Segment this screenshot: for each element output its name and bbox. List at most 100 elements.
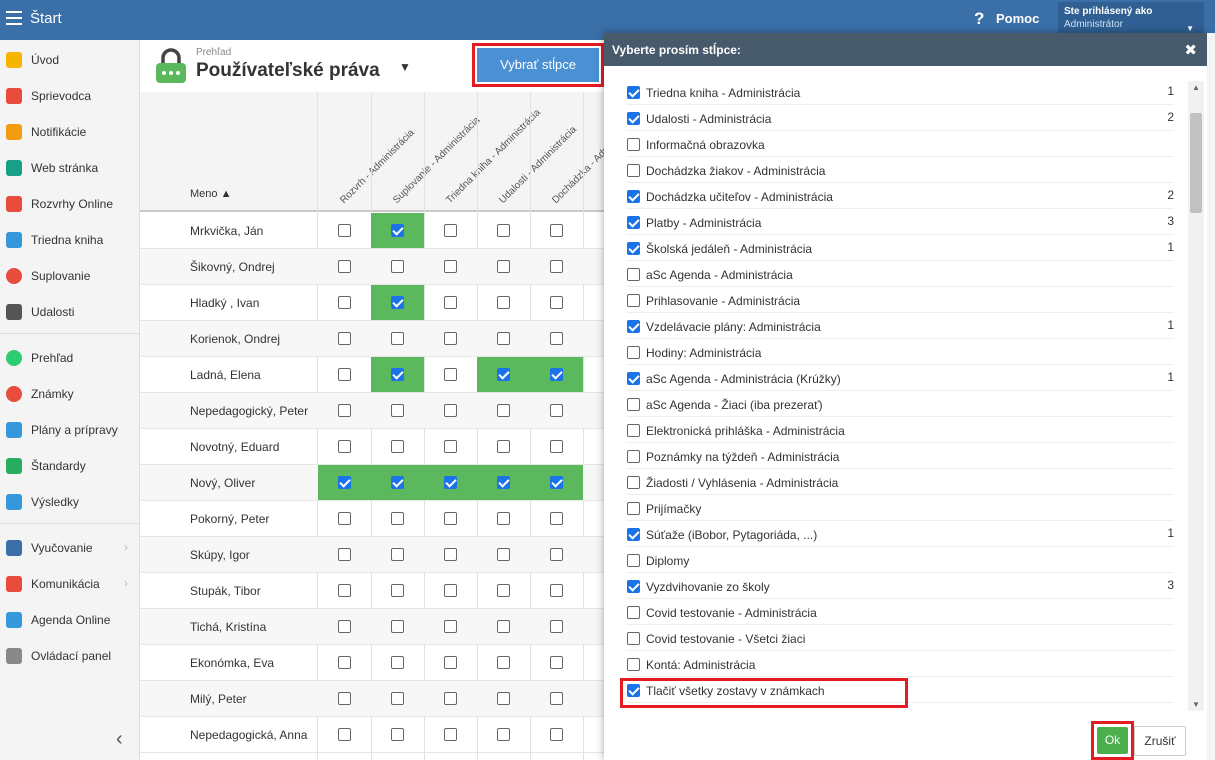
permission-checkbox[interactable] bbox=[550, 368, 563, 381]
column-option[interactable]: Triedna kniha - Administrácia 1 bbox=[626, 79, 1174, 105]
permission-checkbox[interactable] bbox=[338, 512, 351, 525]
permission-checkbox[interactable] bbox=[338, 656, 351, 669]
close-icon[interactable]: ✖ bbox=[1184, 41, 1197, 59]
permission-checkbox[interactable] bbox=[444, 404, 457, 417]
permission-checkbox[interactable] bbox=[497, 440, 510, 453]
permission-checkbox[interactable] bbox=[550, 548, 563, 561]
permission-checkbox[interactable] bbox=[391, 584, 404, 597]
permission-checkbox[interactable] bbox=[550, 296, 563, 309]
permission-checkbox[interactable] bbox=[391, 692, 404, 705]
column-option-checkbox[interactable] bbox=[627, 554, 640, 567]
name-column-header[interactable]: Meno ▲ bbox=[190, 188, 231, 200]
scroll-down-icon[interactable]: ▼ bbox=[1192, 700, 1200, 709]
column-option-checkbox[interactable] bbox=[627, 658, 640, 671]
permission-checkbox[interactable] bbox=[497, 620, 510, 633]
permission-checkbox[interactable] bbox=[550, 332, 563, 345]
permission-checkbox[interactable] bbox=[444, 620, 457, 633]
permission-checkbox[interactable] bbox=[338, 476, 351, 489]
column-option[interactable]: Vzdelávacie plány: Administrácia 1 bbox=[626, 313, 1174, 339]
column-option[interactable]: Udalosti - Administrácia 2 bbox=[626, 105, 1174, 131]
permission-checkbox[interactable] bbox=[550, 692, 563, 705]
permission-checkbox[interactable] bbox=[391, 728, 404, 741]
column-header-4[interactable]: Dochádzka - Admin... bbox=[530, 120, 625, 210]
column-option-checkbox[interactable] bbox=[627, 398, 640, 411]
column-option[interactable]: aSc Agenda - Administrácia bbox=[626, 261, 1174, 287]
permission-checkbox[interactable] bbox=[338, 692, 351, 705]
hamburger-menu-icon[interactable] bbox=[6, 11, 22, 25]
column-option[interactable]: Súťaže (iBobor, Pytagoriáda, ...) 1 bbox=[626, 521, 1174, 547]
permission-checkbox[interactable] bbox=[391, 620, 404, 633]
permission-checkbox[interactable] bbox=[338, 296, 351, 309]
permission-checkbox[interactable] bbox=[497, 296, 510, 309]
permission-checkbox[interactable] bbox=[338, 260, 351, 273]
sidebar-item-2[interactable]: Notifikácie bbox=[0, 114, 140, 150]
page-title[interactable]: Používateľské práva bbox=[196, 60, 380, 82]
permission-checkbox[interactable] bbox=[497, 512, 510, 525]
permission-checkbox[interactable] bbox=[391, 332, 404, 345]
select-columns-button[interactable]: Vybrať stĺpce bbox=[477, 48, 599, 82]
permission-checkbox[interactable] bbox=[497, 404, 510, 417]
sidebar-item-13[interactable]: Vyučovanie › bbox=[0, 530, 140, 566]
column-option[interactable]: Elektronická prihláška - Administrácia bbox=[626, 417, 1174, 443]
column-option-checkbox[interactable] bbox=[627, 86, 640, 99]
help-icon[interactable]: ? bbox=[974, 9, 984, 29]
permission-checkbox[interactable] bbox=[550, 260, 563, 273]
scroll-up-icon[interactable]: ▲ bbox=[1192, 83, 1200, 92]
column-option-checkbox[interactable] bbox=[627, 320, 640, 333]
permission-checkbox[interactable] bbox=[444, 692, 457, 705]
permission-checkbox[interactable] bbox=[550, 224, 563, 237]
permission-checkbox[interactable] bbox=[550, 404, 563, 417]
breadcrumb[interactable]: Prehľad bbox=[196, 47, 231, 58]
permission-checkbox[interactable] bbox=[391, 656, 404, 669]
permission-checkbox[interactable] bbox=[550, 512, 563, 525]
column-option-checkbox[interactable] bbox=[627, 294, 640, 307]
permission-checkbox[interactable] bbox=[391, 440, 404, 453]
column-option[interactable]: aSc Agenda - Administrácia (Krúžky) 1 bbox=[626, 365, 1174, 391]
column-option[interactable]: Platby - Administrácia 3 bbox=[626, 209, 1174, 235]
collapse-sidebar-icon[interactable]: ‹ bbox=[116, 728, 123, 751]
column-option-checkbox[interactable] bbox=[627, 450, 640, 463]
permission-checkbox[interactable] bbox=[444, 548, 457, 561]
permission-checkbox[interactable] bbox=[550, 620, 563, 633]
permission-checkbox[interactable] bbox=[391, 368, 404, 381]
dialog-scrollbar[interactable]: ▲ ▼ bbox=[1188, 81, 1204, 711]
permission-checkbox[interactable] bbox=[444, 296, 457, 309]
column-option[interactable]: Informačná obrazovka bbox=[626, 131, 1174, 157]
permission-checkbox[interactable] bbox=[550, 728, 563, 741]
permission-checkbox[interactable] bbox=[497, 656, 510, 669]
column-option-checkbox[interactable] bbox=[627, 580, 640, 593]
sidebar-item-8[interactable]: Prehľad bbox=[0, 340, 140, 376]
column-header-1[interactable]: Suplovanie - Administrácia bbox=[371, 115, 482, 210]
permission-checkbox[interactable] bbox=[338, 548, 351, 561]
column-option-checkbox[interactable] bbox=[627, 138, 640, 151]
permission-checkbox[interactable] bbox=[338, 584, 351, 597]
permission-checkbox[interactable] bbox=[391, 260, 404, 273]
sidebar-item-5[interactable]: Triedna kniha bbox=[0, 222, 140, 258]
sidebar-item-7[interactable]: Udalosti bbox=[0, 294, 140, 330]
sidebar-item-12[interactable]: Výsledky bbox=[0, 484, 140, 520]
sidebar-item-3[interactable]: Web stránka bbox=[0, 150, 140, 186]
permission-checkbox[interactable] bbox=[391, 224, 404, 237]
column-option-checkbox[interactable] bbox=[627, 190, 640, 203]
column-option-checkbox[interactable] bbox=[627, 372, 640, 385]
column-option-checkbox[interactable] bbox=[627, 268, 640, 281]
permission-checkbox[interactable] bbox=[338, 440, 351, 453]
column-option[interactable]: Školská jedáleň - Administrácia 1 bbox=[626, 235, 1174, 261]
sidebar-item-10[interactable]: Plány a prípravy bbox=[0, 412, 140, 448]
permission-checkbox[interactable] bbox=[391, 296, 404, 309]
column-option[interactable]: Poznámky na týždeň - Administrácia bbox=[626, 443, 1174, 469]
column-option[interactable]: Covid testovanie - Administrácia bbox=[626, 599, 1174, 625]
column-option-checkbox[interactable] bbox=[627, 476, 640, 489]
permission-checkbox[interactable] bbox=[497, 224, 510, 237]
column-option-checkbox[interactable] bbox=[627, 606, 640, 619]
permission-checkbox[interactable] bbox=[444, 260, 457, 273]
column-option[interactable]: Prihlasovanie - Administrácia bbox=[626, 287, 1174, 313]
column-option-checkbox[interactable] bbox=[627, 112, 640, 125]
permission-checkbox[interactable] bbox=[338, 620, 351, 633]
permission-checkbox[interactable] bbox=[497, 692, 510, 705]
permission-checkbox[interactable] bbox=[391, 476, 404, 489]
permission-checkbox[interactable] bbox=[444, 440, 457, 453]
permission-checkbox[interactable] bbox=[550, 656, 563, 669]
permission-checkbox[interactable] bbox=[444, 332, 457, 345]
column-option[interactable]: Diplomy bbox=[626, 547, 1174, 573]
